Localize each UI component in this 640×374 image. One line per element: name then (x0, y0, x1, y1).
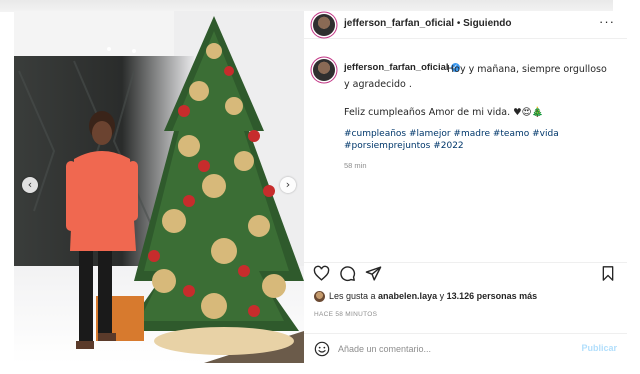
comment-icon[interactable] (339, 265, 356, 282)
post-detail-panel: jefferson_farfan_oficial • Siguiendo ···… (304, 11, 627, 363)
heart-icon[interactable] (313, 265, 330, 282)
avatar[interactable] (313, 14, 335, 36)
likes-count[interactable]: 13.126 personas más (447, 291, 538, 301)
following-button[interactable]: Siguiendo (463, 18, 511, 29)
christmas-tree-photo (14, 11, 304, 363)
caption-time: 58 min (344, 161, 367, 170)
hashtags[interactable]: #cumpleaños #lamejor #madre #teamo #vida… (344, 128, 619, 152)
likes-summary: Les gusta a anabelen.laya y 13.126 perso… (314, 291, 538, 303)
post-photo[interactable]: ‹ › (14, 11, 304, 363)
smiley-icon[interactable] (314, 341, 330, 357)
comment-bar: Publicar (304, 333, 627, 364)
post-header: jefferson_farfan_oficial • Siguiendo ··· (304, 11, 627, 39)
header-username-line: jefferson_farfan_oficial • Siguiendo (344, 18, 511, 29)
header-username[interactable]: jefferson_farfan_oficial (344, 18, 454, 29)
share-icon[interactable] (365, 265, 382, 282)
liker-avatar (314, 291, 325, 303)
caption-line-2: Feliz cumpleaños Amor de mi vida. ♥😍🎄 (344, 107, 544, 118)
caption-line-1: Hoy y mañana, siempre orgulloso y agrade… (344, 64, 607, 90)
liker-username[interactable]: anabelen.laya (378, 291, 437, 301)
chevron-right-icon[interactable]: › (280, 177, 296, 193)
publish-button[interactable]: Publicar (581, 343, 617, 353)
caption-text: Hoy y mañana, siempre orgulloso y agrade… (344, 62, 614, 120)
bookmark-icon[interactable] (600, 265, 616, 282)
more-options-icon[interactable]: ··· (599, 14, 615, 29)
likes-middle: y (437, 291, 447, 301)
caption-avatar[interactable] (313, 59, 335, 81)
action-bar (304, 262, 627, 283)
header-separator: • (456, 18, 461, 29)
comment-input[interactable] (338, 342, 568, 356)
post-timestamp: HACE 58 MINUTOS (314, 311, 378, 318)
chevron-left-icon[interactable]: ‹ (22, 177, 38, 193)
likes-prefix: Les gusta a (329, 291, 379, 301)
